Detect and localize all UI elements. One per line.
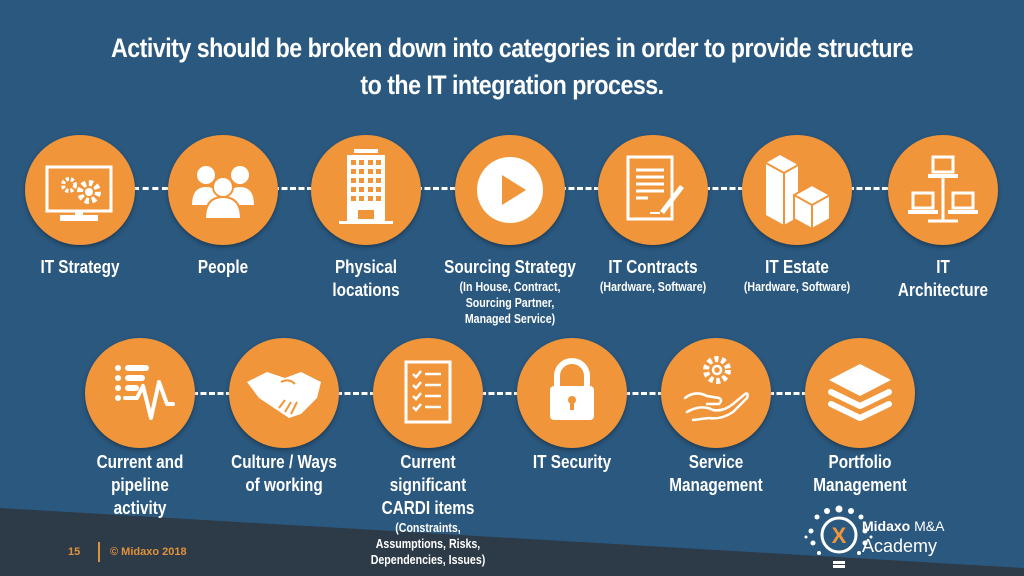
list-pulse-icon xyxy=(115,365,175,420)
current-pipeline-label: Current and pipeline activity xyxy=(96,452,184,518)
network-computers-icon xyxy=(908,155,978,223)
culture-label: Culture / Ways of working xyxy=(231,452,337,495)
boxes-icon xyxy=(765,155,831,231)
current-pipeline-node xyxy=(85,338,195,448)
connector xyxy=(416,187,456,190)
footer: 15 © Midaxo 2018 xyxy=(68,542,187,562)
people-label: People xyxy=(197,257,249,277)
cardi-label: Current significant CARDI items(Constrai… xyxy=(370,452,486,567)
it-architecture-node xyxy=(888,135,998,245)
service-management-node xyxy=(661,338,771,448)
people-node xyxy=(168,135,278,245)
it-security-label: IT Security xyxy=(532,452,612,472)
connector xyxy=(848,187,888,190)
title-line-1: Activity should be broken down into cate… xyxy=(111,33,913,63)
culture-node xyxy=(229,338,339,448)
sourcing-strategy-node xyxy=(455,135,565,245)
connector xyxy=(704,187,744,190)
footer-divider xyxy=(98,542,100,562)
logo-mark: X xyxy=(832,523,847,548)
monitor-gears-icon xyxy=(45,165,113,221)
checklist-icon xyxy=(404,360,452,424)
logo-text: Midaxo M&A Academy xyxy=(862,516,944,556)
it-estate-label: IT Estate (Hardware, Software) xyxy=(743,257,851,294)
slide-title: Activity should be broken down into cate… xyxy=(106,30,918,104)
logo-ma: M&A xyxy=(914,518,945,534)
connector xyxy=(133,187,168,190)
play-button-icon xyxy=(477,157,543,223)
connector xyxy=(560,187,600,190)
it-contracts-node xyxy=(598,135,708,245)
sourcing-strategy-label: Sourcing Strategy (In House, Contract, So… xyxy=(444,257,576,326)
connector xyxy=(624,392,664,395)
title-line-2: to the IT integration process. xyxy=(360,70,664,100)
portfolio-management-node xyxy=(805,338,915,448)
it-strategy-label: IT Strategy xyxy=(40,257,120,277)
physical-locations-node xyxy=(311,135,421,245)
logo-academy: Academy xyxy=(862,536,938,556)
connector xyxy=(768,392,808,395)
it-estate-node xyxy=(742,135,852,245)
contract-signature-icon xyxy=(626,155,684,221)
padlock-icon xyxy=(550,358,594,420)
connector xyxy=(480,392,520,395)
it-contracts-label: IT Contracts (Hardware, Software) xyxy=(599,257,707,294)
cardi-node xyxy=(373,338,483,448)
logo-brand: Midaxo xyxy=(862,518,911,534)
connector xyxy=(273,187,313,190)
handshake-icon xyxy=(247,372,321,418)
office-building-icon xyxy=(339,149,393,224)
layers-icon xyxy=(828,364,892,421)
service-management-label: Service Management xyxy=(669,452,763,495)
it-strategy-node xyxy=(25,135,135,245)
physical-locations-label: Physical locations xyxy=(332,257,400,300)
it-security-node xyxy=(517,338,627,448)
page-number: 15 xyxy=(68,546,81,558)
it-architecture-label: IT Architecture xyxy=(897,257,989,300)
hand-gear-icon xyxy=(683,356,749,422)
people-group-icon xyxy=(192,166,254,220)
connector xyxy=(192,392,232,395)
connector xyxy=(336,392,376,395)
copyright: © Midaxo 2018 xyxy=(110,546,187,558)
portfolio-management-label: Portfolio Management xyxy=(813,452,907,495)
